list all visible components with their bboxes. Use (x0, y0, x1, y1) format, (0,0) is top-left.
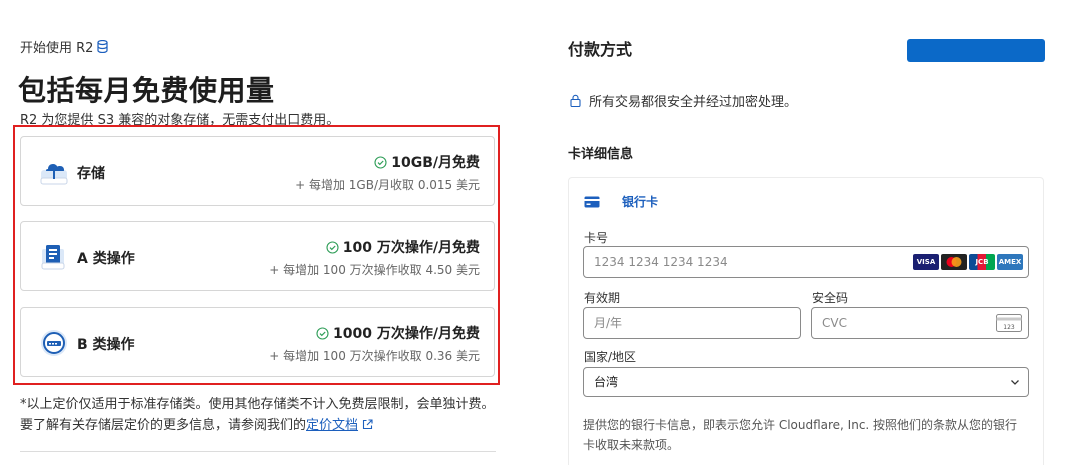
country-select[interactable]: 台湾 (583, 367, 1029, 397)
tier-card-storage: 存储 10GB/月免费 + 每增加 1GB/月收取 0.015 美元 (20, 136, 495, 206)
tier-name: B 类操作 (77, 337, 135, 353)
class-b-operations-icon (41, 330, 67, 356)
breadcrumb-label: 开始使用 R2 (20, 41, 94, 56)
amex-icon: AMEX (997, 254, 1023, 270)
page-title: 包括每月免费使用量 (18, 74, 275, 107)
tier-free-label: 10GB/月免费 (391, 155, 480, 171)
tab-bank-card-label: 银行卡 (622, 195, 659, 209)
payment-action-button[interactable] (907, 39, 1045, 62)
tier-free-allowance: 10GB/月免费 (374, 152, 480, 172)
tier-card-class-b: B 类操作 1000 万次操作/月免费 + 每增加 100 万次操作收取 0.3… (20, 307, 495, 377)
breadcrumb: 开始使用 R2 (20, 37, 109, 56)
check-circle-icon (326, 240, 339, 254)
chevron-down-icon (1011, 380, 1019, 385)
cloud-storage-icon (40, 164, 68, 185)
tier-free-allowance: 100 万次操作/月免费 (326, 237, 480, 257)
visa-icon: VISA (913, 254, 939, 270)
tier-name: A 类操作 (77, 251, 135, 267)
secure-notice-text: 所有交易都很安全并经过加密处理。 (589, 95, 798, 110)
tier-extra-price: + 每增加 100 万次操作收取 0.36 美元 (269, 349, 480, 363)
tab-bank-card[interactable]: 银行卡 (584, 193, 658, 210)
check-circle-icon (316, 326, 329, 340)
mastercard-icon (941, 254, 967, 270)
check-circle-icon (374, 155, 387, 169)
card-details-title: 卡详细信息 (568, 147, 634, 162)
lock-icon (570, 94, 581, 107)
card-consent-text: 提供您的银行卡信息，即表示您允许 Cloudflare, Inc. 按照他们的条… (583, 418, 1018, 452)
cvc-card-icon-text: 123 (1003, 324, 1015, 331)
database-icon (97, 40, 109, 53)
class-a-operations-icon (41, 245, 65, 270)
card-brand-logos: VISA JCB AMEX (913, 254, 1023, 270)
credit-card-icon (584, 196, 600, 207)
expiry-input[interactable] (583, 307, 801, 339)
cvc-label: 安全码 (812, 291, 849, 305)
pricing-footnote: *以上定价仅适用于标准存储类。使用其他存储类不计入免费层限制，会单独计费。要了解… (20, 394, 498, 436)
card-number-label: 卡号 (584, 231, 609, 245)
tier-extra-price: + 每增加 1GB/月收取 0.015 美元 (295, 178, 480, 192)
tier-card-class-a: A 类操作 100 万次操作/月免费 + 每增加 100 万次操作收取 4.50… (20, 221, 495, 291)
divider (20, 451, 496, 452)
cvc-card-icon: 123 (996, 314, 1022, 332)
tier-free-label: 1000 万次操作/月免费 (333, 326, 480, 342)
pricing-docs-link[interactable]: 定价文档 (306, 418, 358, 433)
tier-extra-price: + 每增加 100 万次操作收取 4.50 美元 (269, 263, 480, 277)
footnote-text: *以上定价仅适用于标准存储类。使用其他存储类不计入免费层限制，会单独计费。要了解… (20, 397, 495, 433)
jcb-icon: JCB (969, 254, 995, 270)
country-select-value: 台湾 (594, 375, 619, 389)
payment-method-title: 付款方式 (568, 40, 633, 59)
tier-free-label: 100 万次操作/月免费 (342, 240, 480, 256)
tier-name: 存储 (77, 166, 105, 182)
secure-notice: 所有交易都很安全并经过加密处理。 (570, 91, 797, 110)
external-link-icon[interactable] (362, 419, 373, 430)
country-label: 国家/地区 (584, 350, 637, 364)
tier-free-allowance: 1000 万次操作/月免费 (316, 323, 480, 343)
expiry-label: 有效期 (584, 291, 621, 305)
